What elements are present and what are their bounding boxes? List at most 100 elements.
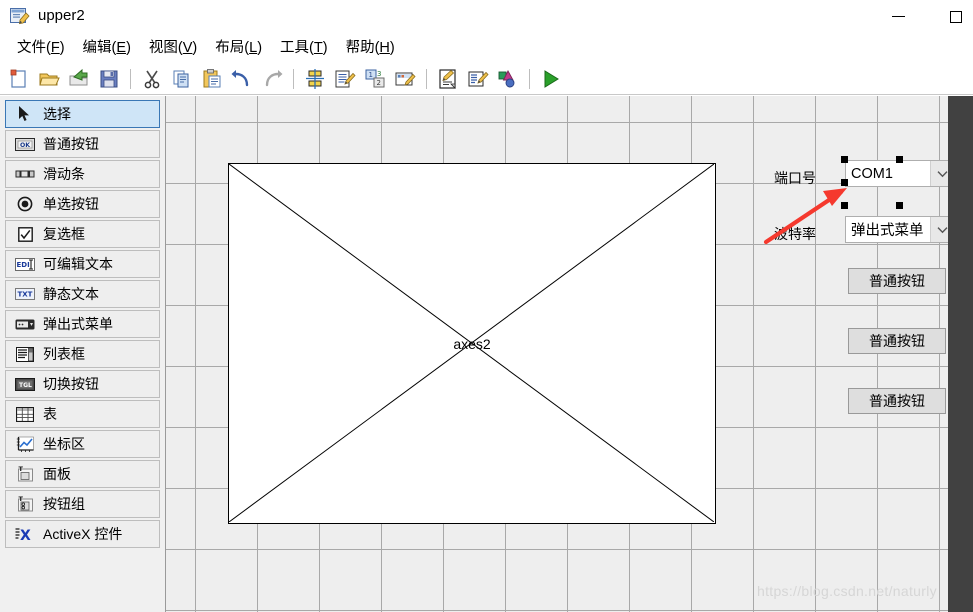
menu-item-view[interactable]: 视图(V) xyxy=(140,36,206,60)
svg-text:3: 3 xyxy=(377,70,381,78)
selection-handle-sw[interactable] xyxy=(841,202,848,209)
svg-text:T: T xyxy=(18,466,23,473)
object-browser-button[interactable] xyxy=(495,66,521,92)
menu-accel-view: V xyxy=(182,40,193,56)
palette-item-edit-text[interactable]: EDI 可编辑文本 xyxy=(5,250,160,278)
push-button-3-label: 普通按钮 xyxy=(869,393,925,409)
palette-label-popup-menu: 弹出式菜单 xyxy=(43,316,113,332)
align-objects-button[interactable] xyxy=(302,66,328,92)
palette-label-static-text: 静态文本 xyxy=(43,286,99,302)
maximize-icon xyxy=(950,10,962,23)
svg-text:2: 2 xyxy=(377,79,381,87)
menu-accel-edit: E xyxy=(116,40,127,56)
export-button[interactable] xyxy=(66,66,92,92)
menu-accel-tools: T xyxy=(313,40,323,56)
menu-label-help: 帮助 xyxy=(345,40,375,56)
palette-item-radio-button[interactable]: 单选按钮 xyxy=(5,190,160,218)
toggle-button-icon: TGL xyxy=(14,375,36,393)
svg-text:OK: OK xyxy=(20,142,30,149)
menu-accel-file: F xyxy=(50,40,60,56)
minimize-icon xyxy=(891,16,905,17)
palette-item-listbox[interactable]: 列表框 xyxy=(5,340,160,368)
tab-order-editor-button[interactable]: 1 2 3 xyxy=(362,66,388,92)
baud-rate-popup-value: 弹出式菜单 xyxy=(851,223,924,239)
floppy-save-icon xyxy=(100,70,118,87)
palette-label-toggle-button: 切换按钮 xyxy=(43,376,99,392)
menu-accel-layout: L xyxy=(249,40,258,56)
axes-placeholder-diagonals xyxy=(229,164,714,522)
open-button[interactable] xyxy=(36,66,62,92)
selection-handle-nw[interactable] xyxy=(841,156,848,163)
cut-button[interactable] xyxy=(139,66,165,92)
menu-label-edit: 编辑 xyxy=(82,40,112,56)
chevron-down-icon xyxy=(930,217,948,242)
port-number-popup-value: COM1 xyxy=(851,165,893,182)
redo-button[interactable] xyxy=(259,66,285,92)
activex-icon: X xyxy=(14,525,36,543)
run-button[interactable] xyxy=(538,66,564,92)
palette-label-slider: 滑动条 xyxy=(43,166,85,182)
palette-item-slider[interactable]: 滑动条 xyxy=(5,160,160,188)
undo-button[interactable] xyxy=(229,66,255,92)
selection-handle-w[interactable] xyxy=(841,179,848,186)
push-button-1[interactable]: 普通按钮 xyxy=(848,268,946,294)
palette-item-select[interactable]: 选择 xyxy=(5,100,160,128)
new-document-icon xyxy=(10,69,26,88)
toolbar-separator-4 xyxy=(529,68,530,89)
menu-item-tools[interactable]: 工具(T) xyxy=(271,36,337,60)
palette-item-push-button[interactable]: OK 普通按钮 xyxy=(5,130,160,158)
palette-label-select: 选择 xyxy=(43,106,71,122)
component-palette: 选择 OK 普通按钮 滑动条 单选按钮 复选框 EDI 可编辑文本 TXT 静态… xyxy=(0,96,166,612)
menu-item-help[interactable]: 帮助(H) xyxy=(337,36,404,60)
menu-item-edit[interactable]: 编辑(E) xyxy=(74,36,140,60)
push-button-2[interactable]: 普通按钮 xyxy=(848,328,946,354)
port-number-popup[interactable]: COM1 xyxy=(845,160,948,187)
minimize-button[interactable] xyxy=(875,0,921,33)
copy-button[interactable] xyxy=(169,66,195,92)
svg-text:1: 1 xyxy=(369,71,373,79)
redo-arrow-icon xyxy=(265,69,283,86)
property-inspector-button[interactable] xyxy=(465,66,491,92)
edit-text-icon: EDI xyxy=(14,255,36,273)
checkbox-icon xyxy=(14,225,36,243)
axes2-object[interactable]: axes2 xyxy=(228,163,716,524)
palette-item-checkbox[interactable]: 复选框 xyxy=(5,220,160,248)
menu-item-file[interactable]: 文件(F) xyxy=(8,36,74,60)
new-figure-button[interactable] xyxy=(6,66,32,92)
port-number-label[interactable]: 端口号 xyxy=(774,168,816,188)
baud-rate-label[interactable]: 波特率 xyxy=(774,224,816,244)
selection-handle-n[interactable] xyxy=(896,156,903,163)
palette-label-checkbox: 复选框 xyxy=(43,226,85,242)
palette-item-activex[interactable]: X ActiveX 控件 xyxy=(5,520,160,548)
palette-item-button-group[interactable]: T 按钮组 xyxy=(5,490,160,518)
palette-label-listbox: 列表框 xyxy=(43,346,85,362)
m-file-editor-button[interactable] xyxy=(435,66,461,92)
menu-editor-icon xyxy=(335,70,356,87)
palette-label-radio-button: 单选按钮 xyxy=(43,196,99,212)
paste-button[interactable] xyxy=(199,66,225,92)
baud-rate-popup[interactable]: 弹出式菜单 xyxy=(845,216,948,243)
palette-item-panel[interactable]: T 面板 xyxy=(5,460,160,488)
m-file-editor-icon xyxy=(439,68,456,89)
palette-label-axes: 坐标区 xyxy=(43,436,85,452)
menu-bar: 文件(F) 编辑(E) 视图(V) 布局(L) 工具(T) 帮助(H) xyxy=(0,33,973,63)
palette-item-axes[interactable]: 坐标区 xyxy=(5,430,160,458)
right-scroll-rail[interactable] xyxy=(948,96,973,612)
palette-item-static-text[interactable]: TXT 静态文本 xyxy=(5,280,160,308)
selection-handle-s[interactable] xyxy=(896,202,903,209)
window-controls xyxy=(823,0,973,33)
maximize-button[interactable] xyxy=(933,0,973,33)
palette-item-popup-menu[interactable]: 弹出式菜单 xyxy=(5,310,160,338)
push-button-3[interactable]: 普通按钮 xyxy=(848,388,946,414)
figure-design-canvas[interactable]: axes2 端口号 波特率 COM1 弹出式菜单 普通按钮 普通按钮 普通按钮 xyxy=(166,96,948,612)
palette-item-table[interactable]: 表 xyxy=(5,400,160,428)
export-arrow-icon xyxy=(69,68,88,85)
toolbar-editor-button[interactable] xyxy=(392,66,418,92)
slider-icon xyxy=(14,165,36,183)
save-button[interactable] xyxy=(96,66,122,92)
menu-item-layout[interactable]: 布局(L) xyxy=(206,36,271,60)
scissors-icon xyxy=(144,70,160,88)
menu-editor-button[interactable] xyxy=(332,66,358,92)
palette-item-toggle-button[interactable]: TGL 切换按钮 xyxy=(5,370,160,398)
push-button-icon: OK xyxy=(14,135,36,153)
